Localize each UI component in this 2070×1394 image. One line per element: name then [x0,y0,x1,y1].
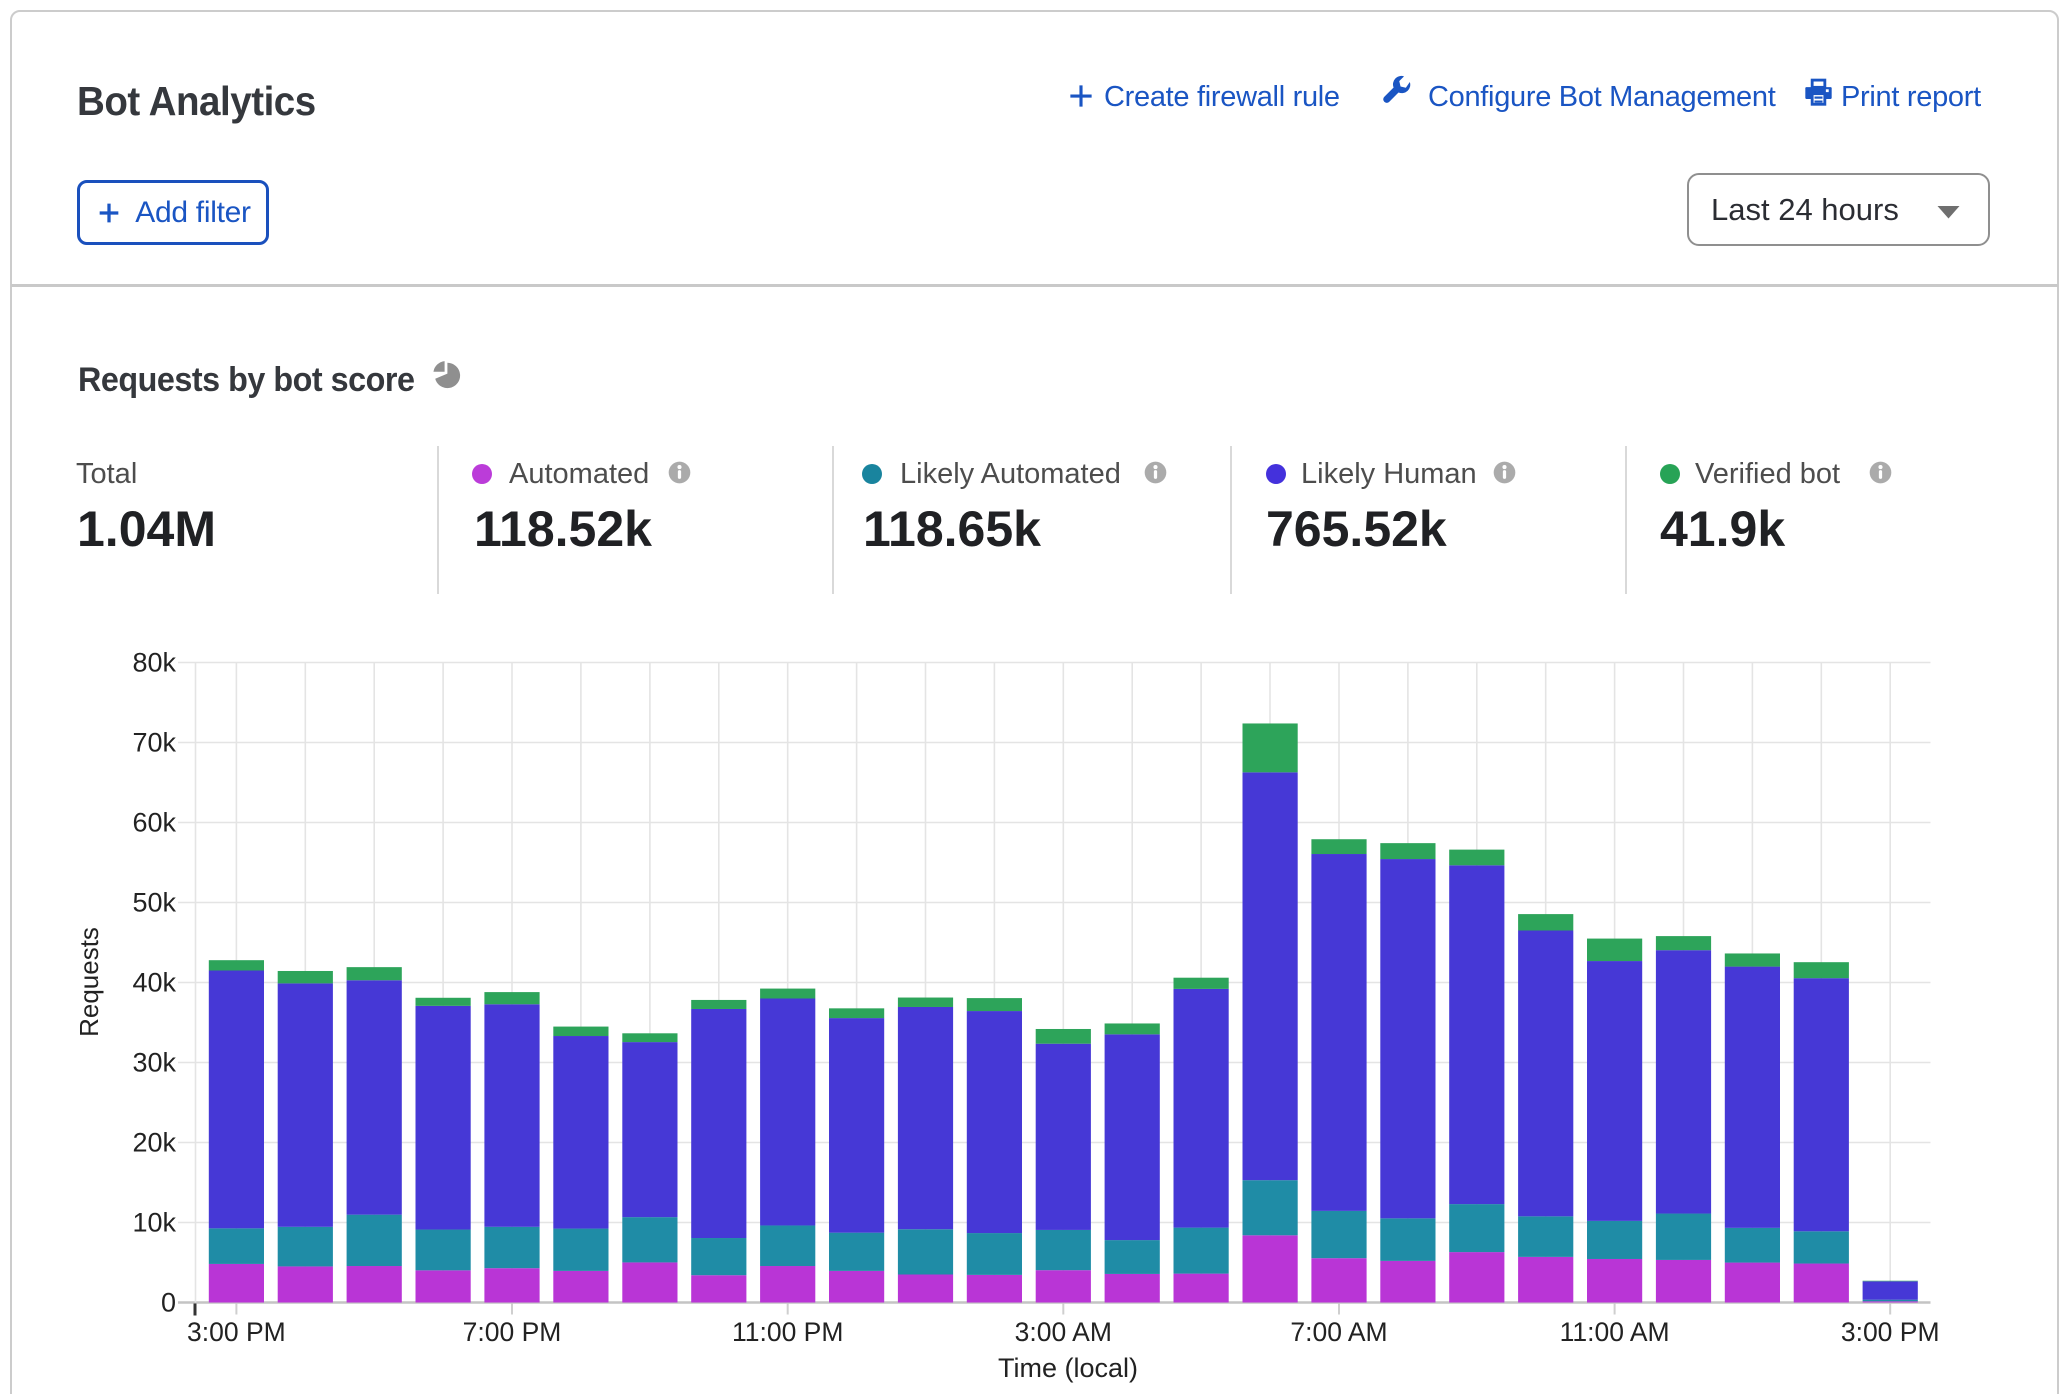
svg-text:20k: 20k [132,1128,176,1158]
svg-text:3:00 PM: 3:00 PM [1841,1317,1940,1347]
svg-text:7:00 PM: 7:00 PM [463,1317,562,1347]
svg-text:7:00 AM: 7:00 AM [1290,1317,1387,1347]
svg-text:11:00 AM: 11:00 AM [1560,1317,1670,1347]
svg-text:60k: 60k [132,808,176,838]
svg-text:80k: 80k [132,648,176,678]
svg-text:30k: 30k [132,1048,176,1078]
svg-text:3:00 PM: 3:00 PM [187,1317,286,1347]
svg-text:11:00 PM: 11:00 PM [732,1317,843,1347]
svg-text:10k: 10k [132,1208,176,1238]
svg-text:Requests: Requests [74,927,104,1037]
svg-text:50k: 50k [132,888,176,918]
svg-text:0: 0 [161,1288,176,1318]
svg-text:3:00 AM: 3:00 AM [1015,1317,1112,1347]
svg-text:40k: 40k [132,968,176,998]
svg-text:70k: 70k [132,728,176,758]
svg-text:Time (local): Time (local) [998,1353,1138,1383]
